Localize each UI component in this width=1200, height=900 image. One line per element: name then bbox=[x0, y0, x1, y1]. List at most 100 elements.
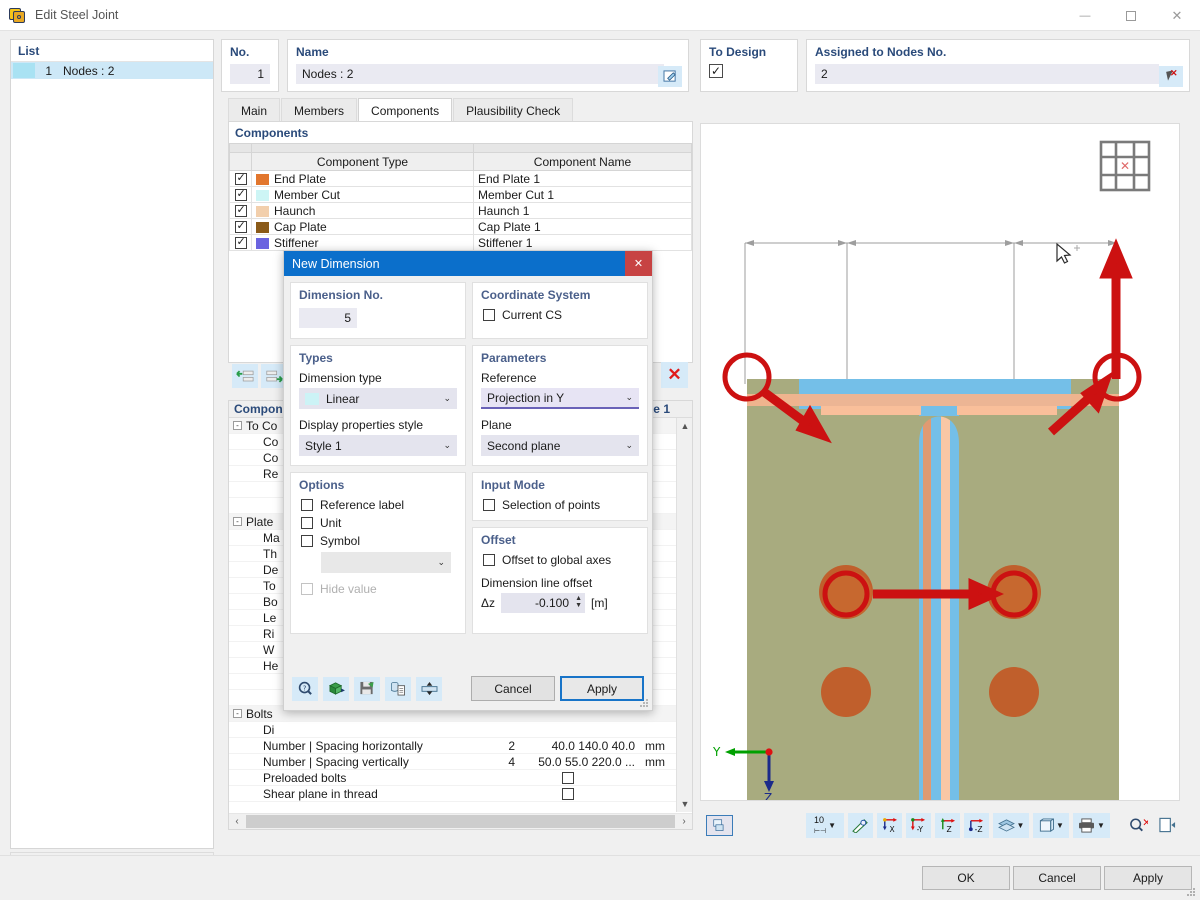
reference-label-checkbox[interactable] bbox=[301, 499, 313, 511]
chevron-down-icon[interactable]: ⌄ bbox=[625, 440, 633, 451]
number-input[interactable]: 1 bbox=[230, 64, 270, 84]
assigned-nodes-input[interactable]: 2 bbox=[815, 64, 1159, 84]
row-checkbox-cell[interactable] bbox=[229, 234, 252, 251]
apply-button[interactable]: Apply bbox=[1104, 866, 1192, 890]
property-checkbox-cell[interactable] bbox=[523, 771, 641, 785]
ok-button[interactable]: OK bbox=[922, 866, 1010, 890]
reference-label-row[interactable]: Reference label bbox=[301, 498, 457, 512]
offset-global-axes-row[interactable]: Offset to global axes bbox=[483, 553, 639, 567]
resize-grip[interactable] bbox=[1186, 887, 1196, 897]
minimize-button[interactable]: — bbox=[1062, 0, 1108, 31]
property-row[interactable]: Preloaded bolts bbox=[229, 770, 692, 786]
move-up-button[interactable] bbox=[232, 364, 258, 388]
property-row[interactable]: Shear plane in thread bbox=[229, 786, 692, 802]
print-button[interactable]: ▼ bbox=[1073, 812, 1110, 838]
scroll-thumb[interactable] bbox=[246, 815, 675, 828]
box-view-button[interactable]: ▼ bbox=[1033, 812, 1069, 838]
expander-icon[interactable]: - bbox=[233, 517, 242, 526]
pick-nodes-button[interactable]: ✕ bbox=[1159, 66, 1183, 87]
scroll-down-icon[interactable]: ▼ bbox=[677, 796, 692, 812]
zoom-factor-button[interactable]: 10 ⊢⊣ ▼ bbox=[806, 812, 844, 838]
scroll-right-icon[interactable]: › bbox=[676, 816, 692, 827]
offset-global-axes-checkbox[interactable] bbox=[483, 554, 495, 566]
dialog-apply-button[interactable]: Apply bbox=[560, 676, 644, 701]
table-row[interactable]: End Plate End Plate 1 bbox=[229, 170, 692, 187]
table-row[interactable]: Haunch Haunch 1 bbox=[229, 202, 692, 219]
copy-to-clipboard-button[interactable] bbox=[385, 676, 411, 701]
table-row[interactable]: Cap Plate Cap Plate 1 bbox=[229, 218, 692, 235]
row-checkbox[interactable] bbox=[234, 219, 247, 234]
expander-icon[interactable]: - bbox=[233, 421, 242, 430]
offset-value-input[interactable]: -0.100 ▲ ▼ bbox=[501, 593, 586, 613]
view-negy-button[interactable]: -Y bbox=[906, 812, 931, 838]
property-checkbox[interactable] bbox=[562, 788, 574, 801]
chevron-down-icon[interactable]: ▼ bbox=[828, 821, 836, 830]
current-cs-row[interactable]: Current CS bbox=[483, 308, 639, 322]
expander-icon[interactable]: - bbox=[233, 709, 242, 718]
dialog-resize-grip[interactable] bbox=[640, 699, 649, 708]
clear-selection-button[interactable]: ✕ bbox=[1126, 813, 1151, 838]
properties-horizontal-scrollbar[interactable]: ‹ › bbox=[229, 813, 692, 829]
panel-toggle-button[interactable] bbox=[1155, 813, 1180, 838]
dialog-title-bar[interactable]: New Dimension ✕ bbox=[284, 251, 652, 276]
chevron-down-icon[interactable]: ⌄ bbox=[437, 557, 445, 568]
close-button[interactable]: ✕ bbox=[1154, 0, 1200, 31]
scroll-left-icon[interactable]: ‹ bbox=[229, 816, 245, 827]
row-checkbox-cell[interactable] bbox=[229, 186, 252, 203]
delete-component-button[interactable]: ✕ bbox=[661, 362, 688, 388]
reference-select[interactable]: Projection in Y ⌄ bbox=[481, 388, 639, 409]
save-button[interactable] bbox=[354, 676, 380, 701]
row-checkbox-cell[interactable] bbox=[229, 202, 252, 219]
3d-viewport[interactable]: ✕ Y Z bbox=[700, 123, 1180, 801]
layers-button[interactable]: ▼ bbox=[993, 812, 1029, 838]
render-toggle-button[interactable] bbox=[706, 814, 733, 836]
import-button[interactable] bbox=[323, 676, 349, 701]
scroll-up-icon[interactable]: ▲ bbox=[677, 418, 692, 434]
help-button[interactable]: ? bbox=[292, 676, 318, 701]
hide-value-checkbox[interactable] bbox=[301, 583, 313, 595]
chevron-down-icon[interactable]: ⌄ bbox=[443, 393, 451, 404]
dimension-type-select[interactable]: Linear ⌄ bbox=[299, 388, 457, 409]
measure-button[interactable] bbox=[848, 812, 873, 838]
property-row[interactable]: Number | Spacing vertically 4 50.0 55.0 … bbox=[229, 754, 692, 770]
cancel-button[interactable]: Cancel bbox=[1013, 866, 1101, 890]
dialog-cancel-button[interactable]: Cancel bbox=[471, 676, 555, 701]
table-row[interactable]: Stiffener Stiffener 1 bbox=[229, 234, 692, 251]
hide-value-row[interactable]: Hide value bbox=[301, 582, 457, 596]
chevron-down-icon[interactable]: ▼ bbox=[1056, 821, 1064, 830]
row-checkbox-cell[interactable] bbox=[229, 218, 252, 235]
view-x-button[interactable]: X bbox=[877, 812, 902, 838]
view-negz-button[interactable]: -Z bbox=[964, 812, 989, 838]
unit-row[interactable]: Unit bbox=[301, 516, 457, 530]
property-checkbox-cell[interactable] bbox=[523, 787, 641, 801]
to-design-checkbox[interactable] bbox=[709, 64, 723, 78]
properties-vertical-scrollbar[interactable]: ▲ ▼ bbox=[676, 418, 692, 812]
unit-checkbox[interactable] bbox=[301, 517, 313, 529]
display-style-select[interactable]: Style 1 ⌄ bbox=[299, 435, 457, 456]
maximize-button[interactable] bbox=[1108, 0, 1154, 31]
chevron-down-icon[interactable]: ⌄ bbox=[625, 392, 633, 403]
selection-of-points-checkbox[interactable] bbox=[483, 499, 495, 511]
symbol-checkbox[interactable] bbox=[301, 535, 313, 547]
chevron-down-icon[interactable]: ▼ bbox=[1017, 821, 1025, 830]
table-row[interactable]: Member Cut Member Cut 1 bbox=[229, 186, 692, 203]
row-checkbox-cell[interactable] bbox=[229, 170, 252, 187]
row-checkbox[interactable] bbox=[234, 187, 247, 202]
list-item[interactable]: 1 Nodes : 2 bbox=[11, 62, 213, 79]
spinner-icon[interactable]: ▲ ▼ bbox=[575, 595, 582, 609]
dialog-close-button[interactable]: ✕ bbox=[625, 251, 652, 276]
symbol-row[interactable]: Symbol bbox=[301, 534, 457, 548]
view-z-button[interactable]: Z bbox=[935, 812, 960, 838]
row-checkbox[interactable] bbox=[234, 171, 247, 186]
symbol-select[interactable]: ⌄ bbox=[321, 552, 451, 573]
dimension-no-input[interactable]: 5 bbox=[299, 308, 357, 328]
row-checkbox[interactable] bbox=[234, 235, 247, 250]
name-input[interactable]: Nodes : 2 bbox=[296, 64, 664, 84]
chevron-down-icon[interactable]: ⌄ bbox=[443, 440, 451, 451]
row-checkbox[interactable] bbox=[234, 203, 247, 218]
property-row[interactable]: Di bbox=[229, 722, 692, 738]
property-checkbox[interactable] bbox=[562, 772, 574, 785]
plane-select[interactable]: Second plane ⌄ bbox=[481, 435, 639, 456]
selection-of-points-row[interactable]: Selection of points bbox=[483, 498, 639, 512]
current-cs-checkbox[interactable] bbox=[483, 309, 495, 321]
